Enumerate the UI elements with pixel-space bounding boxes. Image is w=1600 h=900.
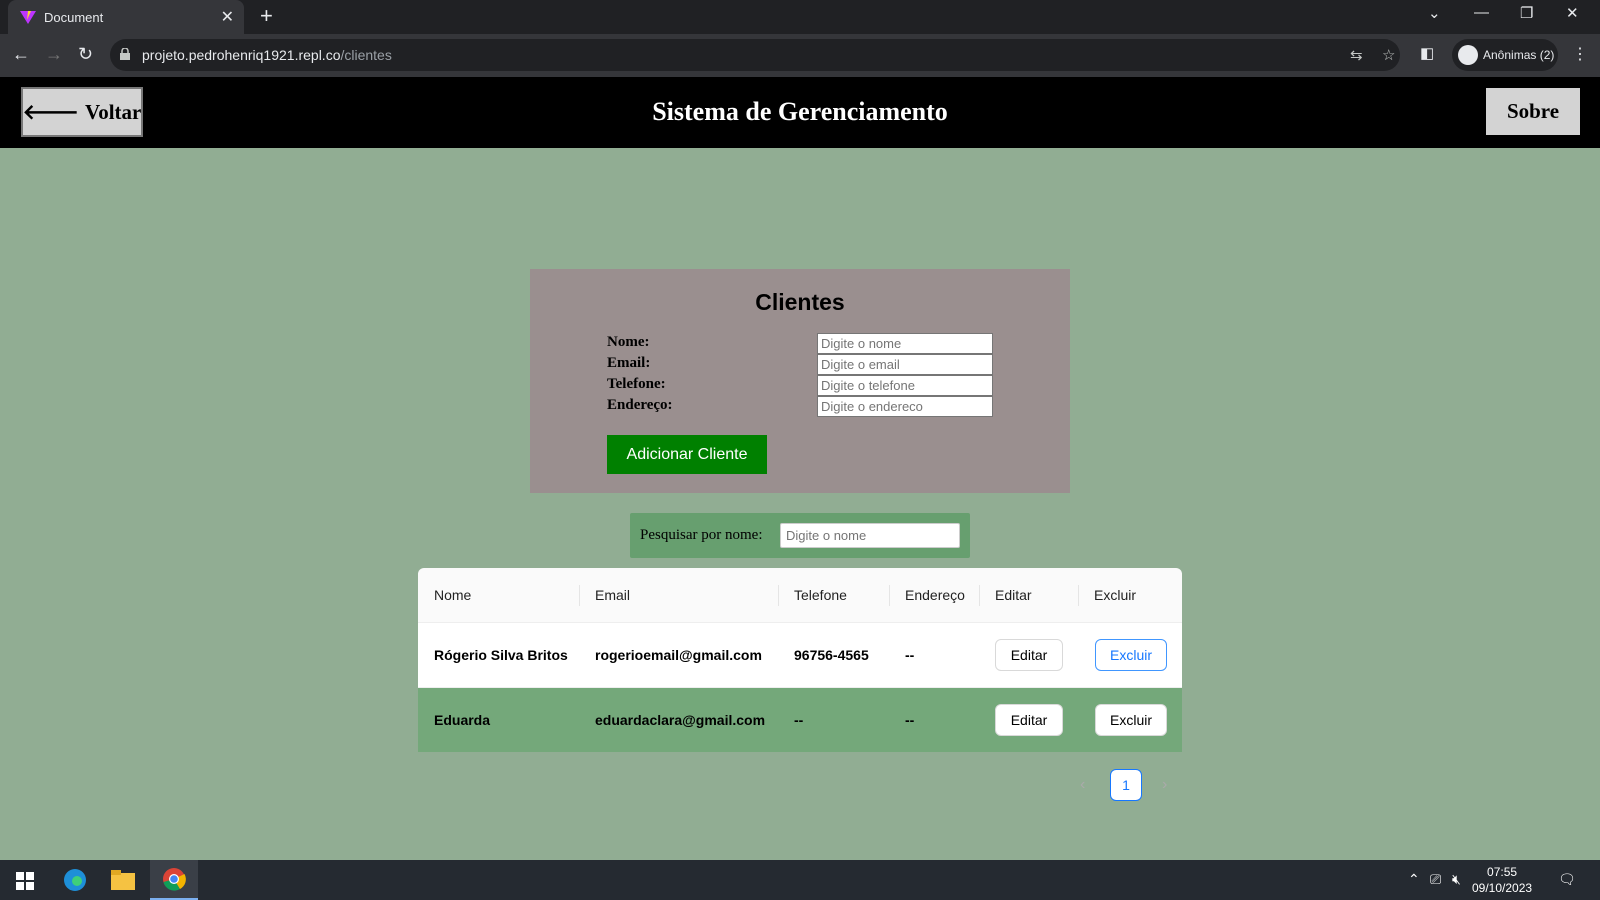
cell-email: rogerioemail@gmail.com [595, 647, 762, 663]
form-row-email: Email: [607, 354, 997, 375]
edit-button[interactable]: Editar [995, 639, 1063, 671]
windows-taskbar: ⌃ ⎚ 🔇︎ 07:55 09/10/2023 🗨︎ [0, 860, 1600, 900]
next-page-icon[interactable]: › [1162, 776, 1167, 794]
col-header-endereco: Endereço [905, 587, 965, 603]
clients-table: Nome Email Telefone Endereço Editar Excl… [418, 568, 1182, 752]
edge-icon[interactable] [51, 860, 99, 900]
telefone-input[interactable] [817, 375, 993, 396]
page-title: Sistema de Gerenciamento [652, 97, 948, 126]
profile-label: Anônimas (2) [1483, 48, 1555, 62]
form-row-telefone: Telefone: [607, 375, 997, 396]
cell-telefone: 96756-4565 [794, 647, 869, 663]
form-title: Clientes [755, 289, 845, 315]
browser-toolbar: ← → ↻ projeto.pedrohenriq1921.repl.co/cl… [0, 34, 1600, 77]
edit-button[interactable]: Editar [995, 704, 1063, 736]
delete-button[interactable]: Excluir [1095, 639, 1167, 671]
prev-page-icon[interactable]: ‹ [1080, 776, 1085, 794]
column-divider [979, 585, 980, 606]
window-close-icon[interactable]: ✕ [1566, 4, 1579, 22]
incognito-icon [1458, 45, 1478, 65]
cell-telefone: -- [794, 712, 804, 728]
chrome-icon[interactable] [150, 860, 198, 900]
cell-email: eduardaclara@gmail.com [595, 712, 766, 728]
col-header-email: Email [595, 587, 631, 603]
column-divider [579, 585, 580, 606]
volume-muted-icon[interactable]: 🔇︎ [1452, 871, 1461, 888]
table-header: Nome Email Telefone Endereço Editar Excl… [418, 568, 1182, 623]
column-divider [1078, 585, 1079, 606]
about-button[interactable]: Sobre [1486, 88, 1580, 135]
restore-icon[interactable]: ❐ [1520, 4, 1533, 22]
browser-tab[interactable]: Document ✕ [8, 0, 244, 34]
side-panel-icon[interactable]: ◧ [1420, 44, 1434, 62]
column-divider [778, 585, 779, 606]
col-header-editar: Editar [995, 587, 1032, 603]
form-row-endereco: Endereço: [607, 396, 997, 417]
table-row: Eduarda eduardaclara@gmail.com -- -- Edi… [418, 688, 1182, 752]
new-tab-icon[interactable]: + [260, 3, 273, 29]
cell-endereco: -- [905, 712, 915, 728]
browser-tab-bar: Document ✕ + ⌄ — ❐ ✕ [0, 0, 1600, 34]
col-header-excluir: Excluir [1094, 587, 1137, 603]
url-text: projeto.pedrohenriq1921.repl.co/clientes [142, 47, 392, 63]
network-icon[interactable]: ⎚ [1430, 871, 1441, 888]
cell-nome: Eduarda [434, 712, 491, 728]
forward-arrow-icon[interactable]: → [45, 44, 63, 65]
translate-icon[interactable]: ⇆ [1350, 46, 1363, 64]
cell-endereco: -- [905, 647, 915, 663]
notifications-icon[interactable]: 🗨︎ [1558, 871, 1576, 888]
form-row-nome: Nome: [607, 333, 997, 354]
endereco-label: Endereço: [607, 397, 673, 413]
cell-nome: Rógerio Silva Britos [434, 647, 568, 663]
table-row: Rógerio Silva Britos rogerioemail@gmail.… [418, 623, 1182, 688]
clock-date: 09/10/2023 [1472, 881, 1533, 895]
browser-menu-icon[interactable]: ⋮ [1572, 44, 1588, 64]
col-header-telefone: Telefone [794, 587, 847, 603]
app-header: 🡐 Voltar Sistema de Gerenciamento Sobre [0, 77, 1600, 148]
vite-icon [20, 11, 36, 24]
tab-search-icon[interactable]: ⌄ [1428, 4, 1441, 22]
minimize-icon[interactable]: — [1474, 4, 1489, 21]
page-1-button[interactable]: 1 [1110, 769, 1142, 801]
add-client-button[interactable]: Adicionar Cliente [607, 435, 767, 474]
address-bar[interactable]: projeto.pedrohenriq1921.repl.co/clientes… [110, 39, 1400, 71]
file-explorer-icon[interactable] [99, 860, 147, 900]
endereco-input[interactable] [817, 396, 993, 417]
lock-icon [120, 48, 130, 60]
search-label: Pesquisar por nome: [640, 527, 763, 543]
telefone-label: Telefone: [607, 376, 666, 392]
tab-close-icon[interactable]: ✕ [221, 7, 234, 27]
bookmark-star-icon[interactable]: ☆ [1382, 46, 1395, 64]
windows-start-icon[interactable] [16, 872, 34, 890]
incognito-profile-button[interactable]: Anônimas (2) [1452, 39, 1558, 71]
column-divider [889, 585, 890, 606]
email-input[interactable] [817, 354, 993, 375]
reload-icon[interactable]: ↻ [78, 44, 93, 65]
tab-title: Document [44, 10, 104, 25]
back-arrow-icon[interactable]: ← [12, 44, 30, 65]
col-header-nome: Nome [434, 587, 472, 603]
tray-chevron-icon[interactable]: ⌃ [1408, 871, 1420, 888]
client-form: Clientes Nome: Email: Telefone: Endereço… [530, 269, 1070, 493]
system-clock[interactable]: 07:55 09/10/2023 [1472, 864, 1532, 896]
search-input[interactable] [780, 523, 960, 548]
nome-label: Nome: [607, 334, 650, 350]
search-box: Pesquisar por nome: [630, 513, 970, 558]
nome-input[interactable] [817, 333, 993, 354]
email-label: Email: [607, 355, 651, 371]
clock-time: 07:55 [1487, 865, 1518, 879]
delete-button[interactable]: Excluir [1095, 704, 1167, 736]
